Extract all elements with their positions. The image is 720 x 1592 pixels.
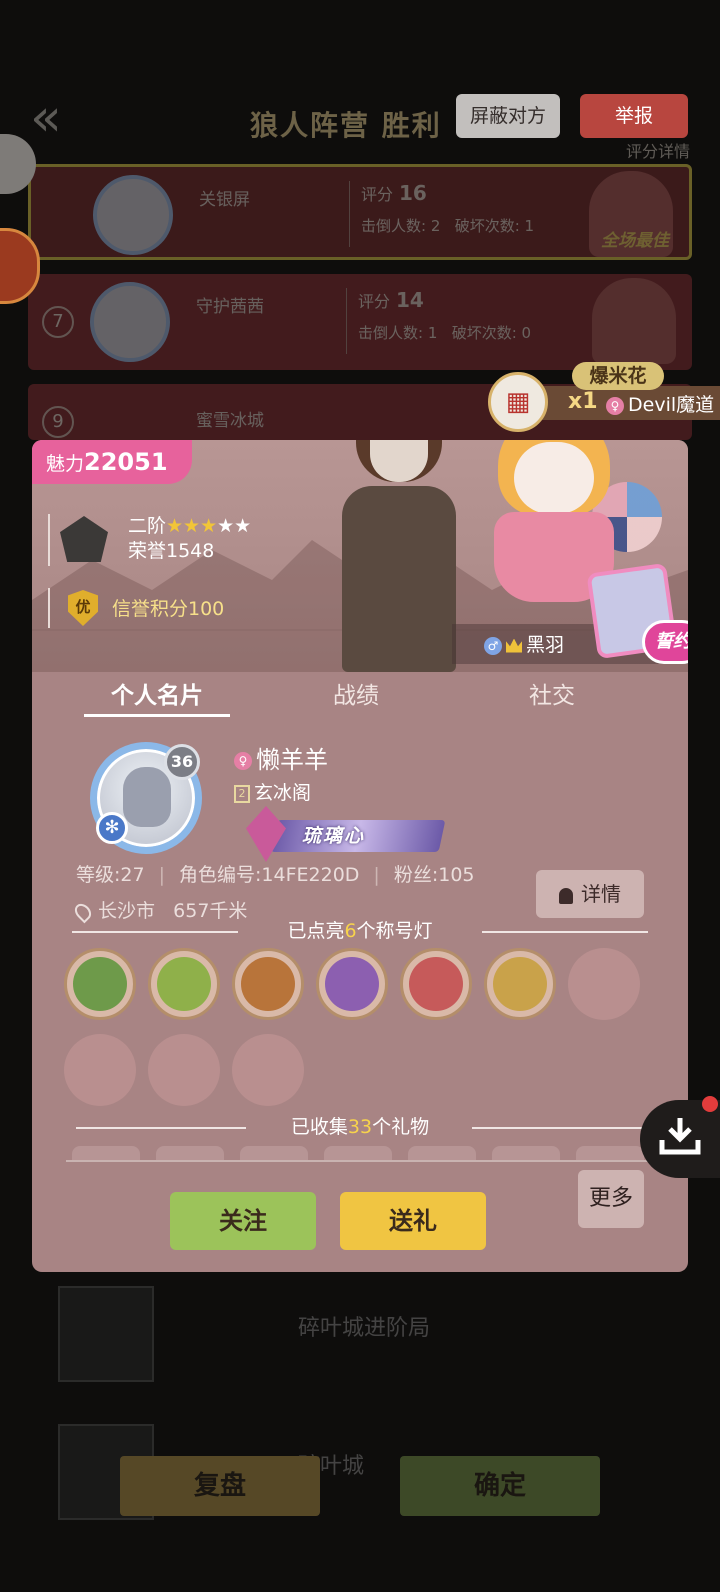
empty-lamp-slot[interactable] — [232, 1034, 304, 1106]
vow-badge: 誓约 — [642, 620, 688, 664]
send-gift-button[interactable]: 送礼 — [340, 1192, 486, 1250]
crown-icon — [506, 638, 522, 653]
female-icon: ♀ — [606, 396, 624, 415]
character-skin — [332, 440, 466, 672]
player-name: ♀ 懒羊羊 — [234, 740, 328, 775]
notification-dot — [702, 1096, 718, 1112]
fans-text: 粉丝:105 — [393, 864, 475, 886]
rank-tier: 二阶 — [128, 515, 167, 537]
empty-lamp-slot[interactable] — [148, 1034, 220, 1106]
credit-score: 信誉积分100 — [112, 598, 225, 620]
gifts-header: 已收集33个礼物 — [72, 1114, 648, 1140]
user-icon — [559, 887, 573, 904]
detective-card-icon[interactable] — [484, 948, 556, 1020]
follow-button[interactable]: 关注 — [170, 1192, 316, 1250]
player-name: 守护茜茜 — [196, 297, 264, 317]
list-item[interactable]: 碎叶城进阶局 — [58, 1286, 658, 1382]
stats-line: 击倒人数: 2 破坏次数: 1 — [361, 217, 535, 235]
score-line: 评分 14 — [358, 288, 424, 312]
divider — [66, 1160, 650, 1162]
guild-name[interactable]: 2 玄冰阁 — [234, 778, 311, 805]
result-row[interactable]: 关银屏 评分 16 击倒人数: 2 破坏次数: 1 全场最佳 — [28, 164, 692, 260]
avatar — [93, 175, 173, 255]
gift-sender: ♀ Devil魔道 — [606, 390, 714, 417]
avatar — [90, 282, 170, 362]
tab-social[interactable]: 社交 — [492, 672, 612, 728]
tab-record[interactable]: 战绩 — [296, 672, 416, 728]
back-chevron-double-left-icon[interactable]: « — [30, 92, 80, 148]
lamps-header: 已点亮6个称号灯 — [72, 918, 648, 944]
character-portrait — [592, 278, 676, 364]
love-letter-icon[interactable] — [400, 948, 472, 1020]
mode-name: 碎叶城进阶局 — [298, 1316, 431, 1341]
gift-list-preview[interactable] — [68, 1146, 652, 1160]
score-line: 评分 16 — [361, 181, 427, 205]
more-button[interactable]: 更多 — [578, 1170, 644, 1228]
level-text: 等级:27 — [76, 864, 145, 886]
divider — [346, 288, 347, 354]
charm-badge: 魅力22051 — [32, 440, 192, 484]
mvp-badge: 全场最佳 — [601, 231, 669, 251]
gift-name: 爆米花 — [572, 362, 664, 390]
tab-underline — [84, 714, 230, 717]
vow-card[interactable]: 誓约 — [572, 558, 688, 666]
block-button[interactable]: 屏蔽对方 — [456, 94, 560, 138]
title-plate: 琉璃心 — [238, 806, 454, 862]
empty-lamp-slot[interactable] — [568, 948, 640, 1020]
werewolf-icon[interactable] — [232, 948, 304, 1020]
replay-button[interactable]: 复盘 — [120, 1456, 320, 1516]
rank-stars: ★★★★★ — [166, 515, 252, 537]
result-row[interactable]: 7 守护茜茜 评分 14 击倒人数: 1 破坏次数: 0 — [28, 274, 692, 370]
tab-card[interactable]: 个人名片 — [84, 672, 230, 728]
divider — [349, 181, 350, 247]
male-icon: ♂ — [484, 636, 502, 655]
player-name: 关银屏 — [199, 190, 250, 210]
purple-crystal-icon[interactable] — [316, 948, 388, 1020]
empty-lamp-slot[interactable] — [64, 1034, 136, 1106]
leaf-beast-icon[interactable] — [64, 948, 136, 1020]
download-icon — [659, 1118, 701, 1155]
player-name: 蜜雪冰城 — [196, 411, 264, 431]
avatar-level-badge: 36 — [164, 744, 200, 780]
result-title: 狼人阵营 胜利 — [250, 109, 442, 142]
popcorn-icon: ▦ — [488, 372, 548, 432]
green-dragon-icon[interactable] — [148, 948, 220, 1020]
gift-count: x1 — [568, 389, 598, 414]
partner-name[interactable]: ♂ 黑羽 — [484, 630, 564, 657]
detail-button[interactable]: 详情 — [536, 870, 644, 918]
role-id-text: 角色编号:14FE220D — [179, 864, 360, 886]
rank-number: 7 — [42, 306, 74, 338]
stats-line: 击倒人数: 1 破坏次数: 0 — [358, 324, 532, 342]
female-icon: ♀ — [234, 752, 252, 770]
confirm-button[interactable]: 确定 — [400, 1456, 600, 1516]
profile-card: 魅力22051 二阶★★★★★ 荣誉1548 优 信誉积分100 ♂ 黑羽 誓约 … — [32, 440, 688, 1272]
score-detail-link[interactable]: 评分详情 — [626, 138, 690, 162]
rank-number: 9 — [42, 406, 74, 438]
profile-tabs: 个人名片 战绩 社交 — [32, 672, 688, 728]
honor-value: 荣誉1548 — [128, 540, 215, 562]
snowflake-icon: ✻ — [96, 812, 128, 844]
report-button[interactable]: 举报 — [580, 94, 688, 138]
guild-rank-icon: 2 — [234, 784, 250, 803]
player-info-line: 等级:27 | 角色编号:14FE220D | 粉丝:105 — [76, 864, 475, 886]
crystal-heart-icon — [246, 806, 286, 862]
mode-thumbnail — [58, 1286, 154, 1382]
